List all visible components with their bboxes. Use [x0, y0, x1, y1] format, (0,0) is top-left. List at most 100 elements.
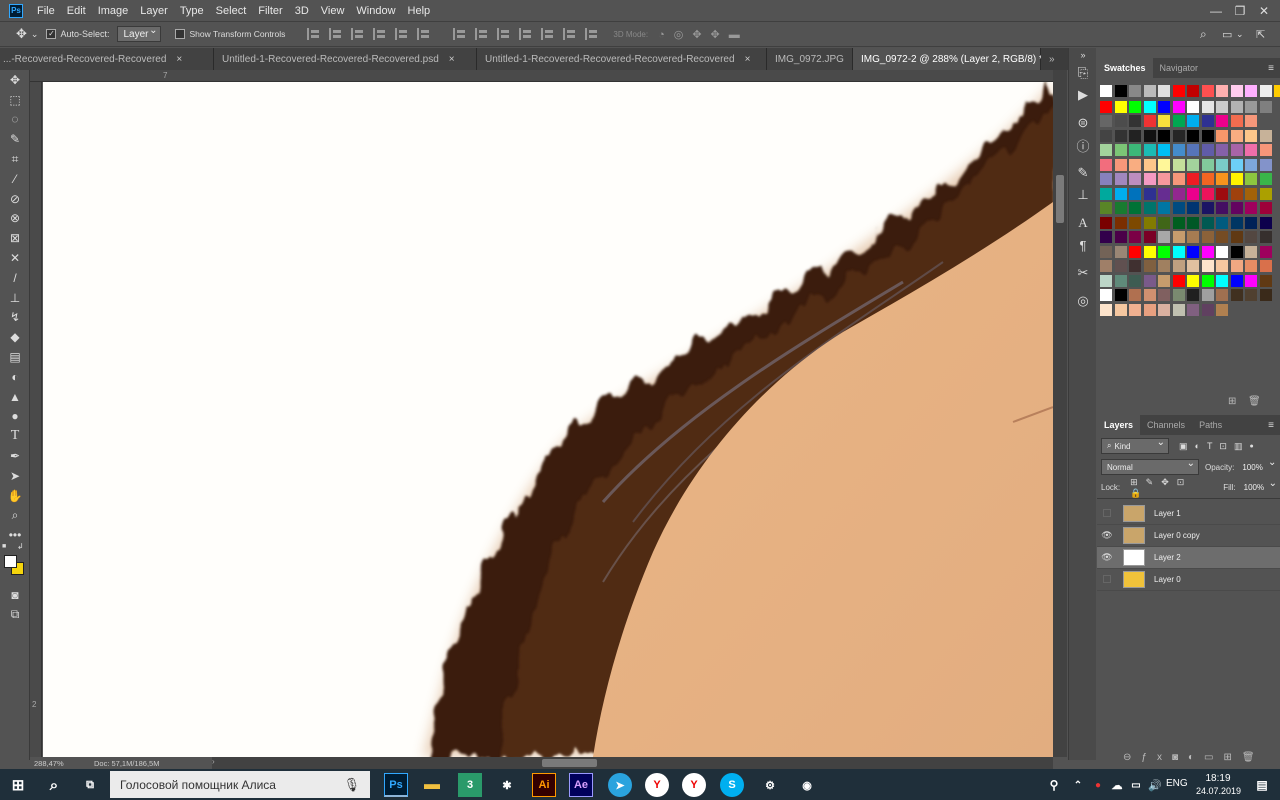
swatch[interactable]	[1245, 216, 1257, 229]
swatch[interactable]	[1143, 115, 1156, 127]
swatch[interactable]	[1100, 100, 1112, 113]
content-aware-move-icon[interactable]: ✕	[0, 248, 30, 268]
swatch[interactable]	[1216, 260, 1228, 272]
swatch[interactable]	[1201, 231, 1214, 243]
align-left-icon[interactable]	[307, 28, 321, 40]
skype-icon[interactable]: S	[720, 773, 744, 797]
swatch[interactable]	[1114, 216, 1127, 229]
swatch[interactable]	[1172, 187, 1185, 200]
swatch[interactable]	[1245, 115, 1257, 127]
layer-row-selected[interactable]: 👁 Layer 2	[1097, 547, 1280, 569]
swatch[interactable]	[1114, 85, 1127, 97]
swatch[interactable]	[1216, 245, 1228, 258]
swatch[interactable]	[1259, 202, 1272, 214]
type-tool-icon[interactable]: T	[0, 426, 30, 446]
swatch[interactable]	[1100, 289, 1112, 301]
illustrator-taskbar-icon[interactable]: Ai	[532, 773, 556, 797]
align-bottom-icon[interactable]	[417, 28, 431, 40]
clock[interactable]: 18:19 24.07.2019	[1196, 772, 1241, 798]
blend-mode-dropdown[interactable]: Normal	[1101, 458, 1199, 475]
swatch[interactable]	[1172, 303, 1185, 316]
visibility-toggle[interactable]	[1097, 508, 1117, 519]
swatch[interactable]	[1129, 187, 1141, 200]
tab-navigator[interactable]: Navigator	[1153, 58, 1206, 78]
swatch[interactable]	[1245, 129, 1257, 142]
eraser-tool-icon[interactable]: ◆	[0, 327, 30, 347]
swatch[interactable]	[1172, 158, 1185, 171]
swatch[interactable]	[1259, 100, 1272, 113]
vertical-ruler[interactable]: 2	[30, 82, 42, 757]
swatch[interactable]	[1143, 216, 1156, 229]
swatch[interactable]	[1259, 129, 1272, 142]
auto-select-dropdown[interactable]: Layer	[117, 25, 162, 42]
menu-filter[interactable]: Filter	[252, 5, 288, 17]
swatch[interactable]	[1129, 129, 1141, 142]
file-explorer-icon[interactable]: ▬	[420, 773, 444, 797]
swatch[interactable]	[1245, 158, 1257, 171]
app-zbrush-icon[interactable]: ✱	[495, 773, 519, 797]
swatch[interactable]	[1158, 245, 1170, 258]
swatch[interactable]	[1172, 202, 1185, 214]
menu-type[interactable]: Type	[174, 5, 210, 17]
swatch[interactable]	[1100, 260, 1112, 272]
swatch[interactable]	[1230, 173, 1243, 185]
swatch[interactable]	[1187, 202, 1199, 214]
distribute-left-icon[interactable]	[519, 28, 533, 40]
after-effects-taskbar-icon[interactable]: Ae	[569, 773, 593, 797]
swatch[interactable]	[1100, 231, 1112, 243]
filter-toggle-icon[interactable]: ●	[1249, 443, 1253, 450]
swatch[interactable]	[1259, 85, 1272, 97]
photoshop-taskbar-icon[interactable]: Ps	[384, 773, 408, 797]
panel-menu-icon[interactable]: ≡	[1268, 63, 1274, 74]
swatch[interactable]	[1216, 158, 1228, 171]
swatch[interactable]	[1201, 144, 1214, 156]
menu-edit[interactable]: Edit	[61, 5, 92, 17]
swatch[interactable]	[1259, 231, 1272, 243]
swatch[interactable]	[1100, 173, 1112, 185]
new-swatch-icon[interactable]: ⊞	[1228, 396, 1236, 407]
distribute-right-icon[interactable]	[563, 28, 577, 40]
workspace-chevron-icon[interactable]: ⌄	[1236, 29, 1244, 40]
swatch[interactable]	[1100, 85, 1112, 97]
swatch[interactable]	[1245, 144, 1257, 156]
eye-icon[interactable]: 👁	[1097, 552, 1117, 563]
align-center-icon[interactable]	[329, 28, 343, 40]
horizontal-scroll-thumb[interactable]	[542, 759, 597, 767]
swatch[interactable]	[1216, 115, 1228, 127]
healing-brush-icon[interactable]: ⊘	[0, 189, 30, 209]
layer-row[interactable]: 👁 Layer 0 copy	[1097, 525, 1280, 547]
swatch[interactable]	[1114, 245, 1127, 258]
layer-actions-bar[interactable]: ⊖ƒx◙◐▭⊞🗑	[1123, 752, 1265, 763]
swatch[interactable]	[1216, 85, 1228, 97]
distribute-top-icon[interactable]	[453, 28, 467, 40]
3d-mode-icons[interactable]: ◔◎✥✥▬	[658, 28, 749, 41]
menu-image[interactable]: Image	[92, 5, 135, 17]
swatch[interactable]	[1216, 231, 1228, 243]
swatch[interactable]	[1259, 260, 1272, 272]
swatch[interactable]	[1187, 158, 1199, 171]
patch-tool-icon[interactable]: ⊗	[0, 209, 30, 229]
swatch[interactable]	[1216, 202, 1228, 214]
task-view-icon[interactable]: ⧉	[78, 773, 102, 797]
swatch[interactable]	[1114, 115, 1127, 127]
tab-channels[interactable]: Channels	[1140, 415, 1192, 435]
layer-row[interactable]: Layer 0	[1097, 569, 1280, 591]
swatch[interactable]	[1245, 289, 1257, 301]
swatch[interactable]	[1129, 289, 1141, 301]
swatch[interactable]	[1230, 85, 1243, 97]
swatch[interactable]	[1259, 274, 1272, 287]
swatch[interactable]	[1158, 274, 1170, 287]
tool-presets-icon[interactable]: ✂	[1069, 262, 1097, 284]
swatch[interactable]	[1259, 289, 1272, 301]
lasso-tool-icon[interactable]: ◌	[0, 110, 30, 130]
swatch[interactable]	[1129, 231, 1141, 243]
fill-field[interactable]: 100%	[1238, 478, 1280, 496]
restore-button[interactable]: ❐	[1229, 0, 1251, 21]
swatch[interactable]	[1158, 202, 1170, 214]
swatch[interactable]	[1216, 274, 1228, 287]
swatch[interactable]	[1158, 144, 1170, 156]
swatch[interactable]	[1100, 115, 1112, 127]
swatch[interactable]	[1201, 129, 1214, 142]
swatch[interactable]	[1129, 85, 1141, 97]
lock-icons[interactable]: ⊞✎✥⊡🔒	[1130, 477, 1209, 499]
